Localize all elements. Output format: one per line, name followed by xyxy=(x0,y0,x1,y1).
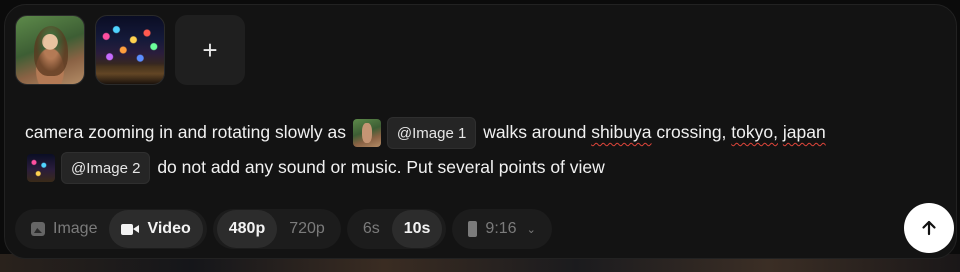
prompt-text: crossing, xyxy=(656,122,727,142)
video-camera-icon xyxy=(121,223,140,235)
media-image-option[interactable]: Image xyxy=(19,210,109,248)
attachment-image-2[interactable] xyxy=(95,15,165,85)
duration-6s-option[interactable]: 6s xyxy=(351,210,392,248)
arrow-up-icon xyxy=(922,220,936,236)
media-video-label: Video xyxy=(147,220,191,237)
image-reference-2[interactable]: @Image 2 xyxy=(27,152,151,185)
image-reference-label: @Image 2 xyxy=(61,152,151,185)
resolution-720p-label: 720p xyxy=(289,220,325,237)
resolution-480p-option[interactable]: 480p xyxy=(216,210,278,248)
misspelled-word: japan xyxy=(782,122,826,142)
generation-options-toolbar: Image Video 480p 720p 6s 10s 9:16 ⌄ xyxy=(15,209,552,249)
attachment-image-1[interactable] xyxy=(15,15,85,85)
prompt-input[interactable]: camera zooming in and rotating slowly as… xyxy=(25,115,945,185)
prompt-text: do not add any sound or music. Put sever… xyxy=(157,157,605,177)
media-video-option[interactable]: Video xyxy=(109,210,203,248)
duration-6s-label: 6s xyxy=(362,220,380,237)
prompt-text: camera zooming in and rotating slowly as xyxy=(25,122,346,142)
prompt-composer: + camera zooming in and rotating slowly … xyxy=(4,4,957,259)
resolution-480p-label: 480p xyxy=(228,220,266,237)
image-reference-thumbnail xyxy=(352,119,381,148)
duration-toggle: 6s 10s xyxy=(346,209,447,249)
resolution-720p-option[interactable]: 720p xyxy=(277,210,337,248)
image-reference-label: @Image 1 xyxy=(386,117,477,150)
image-icon xyxy=(31,222,45,236)
aspect-ratio-value: 9:16 xyxy=(485,220,517,237)
misspelled-word: tokyo, xyxy=(731,122,778,142)
resolution-toggle: 480p 720p xyxy=(212,209,341,249)
plus-icon: + xyxy=(202,34,218,65)
media-type-toggle: Image Video xyxy=(15,209,207,249)
image-reference-thumbnail xyxy=(27,154,55,183)
attachment-row: + xyxy=(15,15,245,85)
submit-button[interactable] xyxy=(904,203,954,253)
misspelled-word: shibuya xyxy=(591,122,652,142)
image-reference-1[interactable]: @Image 1 xyxy=(352,117,477,150)
add-attachment-button[interactable]: + xyxy=(175,15,245,85)
aspect-ratio-dropdown[interactable]: 9:16 ⌄ xyxy=(452,209,552,249)
duration-10s-option[interactable]: 10s xyxy=(391,210,443,248)
portrait-ratio-icon xyxy=(468,221,478,237)
aspect-ratio-select[interactable]: 9:16 ⌄ xyxy=(456,210,547,248)
media-image-label: Image xyxy=(53,220,98,237)
duration-10s-label: 10s xyxy=(403,220,431,237)
prompt-text: walks around xyxy=(483,122,587,142)
chevron-down-icon: ⌄ xyxy=(526,223,536,236)
